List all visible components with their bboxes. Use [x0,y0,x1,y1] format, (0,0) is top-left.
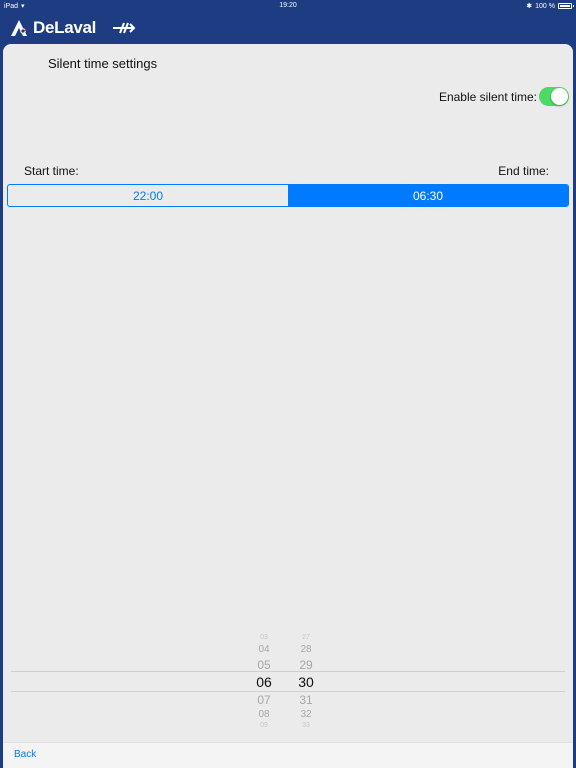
battery-percent: 100 % [535,2,555,10]
hour-item[interactable]: 05 [244,658,284,672]
delaval-logo-icon [11,20,27,36]
back-button[interactable]: Back [14,749,36,760]
start-time-label: Start time: [24,164,79,178]
minute-item[interactable]: 27 [286,634,326,641]
hour-item[interactable]: 03 [244,634,284,641]
minute-wheel[interactable]: 27 28 29 30 31 32 33 [286,632,326,732]
minute-item[interactable]: 33 [286,722,326,729]
minute-item[interactable]: 31 [286,693,326,707]
page-title: Silent time settings [48,56,158,71]
time-segmented-control: 22:00 06:30 [7,184,569,207]
end-time-segment[interactable]: 06:30 [288,185,568,206]
time-picker[interactable]: 03 04 05 06 07 08 09 27 28 29 30 31 32 3… [3,632,573,732]
end-time-label: End time: [498,164,549,178]
hour-item[interactable]: 07 [244,693,284,707]
brand-name: DeLaval [33,18,97,37]
hour-wheel[interactable]: 03 04 05 06 07 08 09 [244,632,284,732]
enable-silent-toggle[interactable] [539,87,569,106]
battery-icon [558,3,574,9]
bluetooth-icon: ✱ [526,3,533,10]
hour-item[interactable]: 04 [244,644,284,655]
status-right: ✱ 100 % [526,2,574,10]
minute-item[interactable]: 29 [286,658,326,672]
sync-arrows-icon[interactable] [112,18,136,38]
status-bar: iPad ▾ 19:20 ✱ 100 % [0,0,576,12]
status-time: 19:20 [279,2,297,9]
hour-item-selected[interactable]: 06 [244,674,284,690]
start-time-segment[interactable]: 22:00 [8,185,288,206]
minute-item-selected[interactable]: 30 [286,674,326,690]
brand-logo: DeLaval [9,18,96,38]
minute-item[interactable]: 28 [286,644,326,655]
hour-item[interactable]: 09 [244,722,284,729]
toggle-knob [551,88,568,105]
bottom-toolbar: Back [3,742,573,768]
app-header: DeLaval [0,12,576,44]
hour-item[interactable]: 08 [244,709,284,720]
settings-panel: Silent time settings Enable silent time:… [3,44,573,768]
enable-silent-label: Enable silent time: [438,90,537,104]
minute-item[interactable]: 32 [286,709,326,720]
